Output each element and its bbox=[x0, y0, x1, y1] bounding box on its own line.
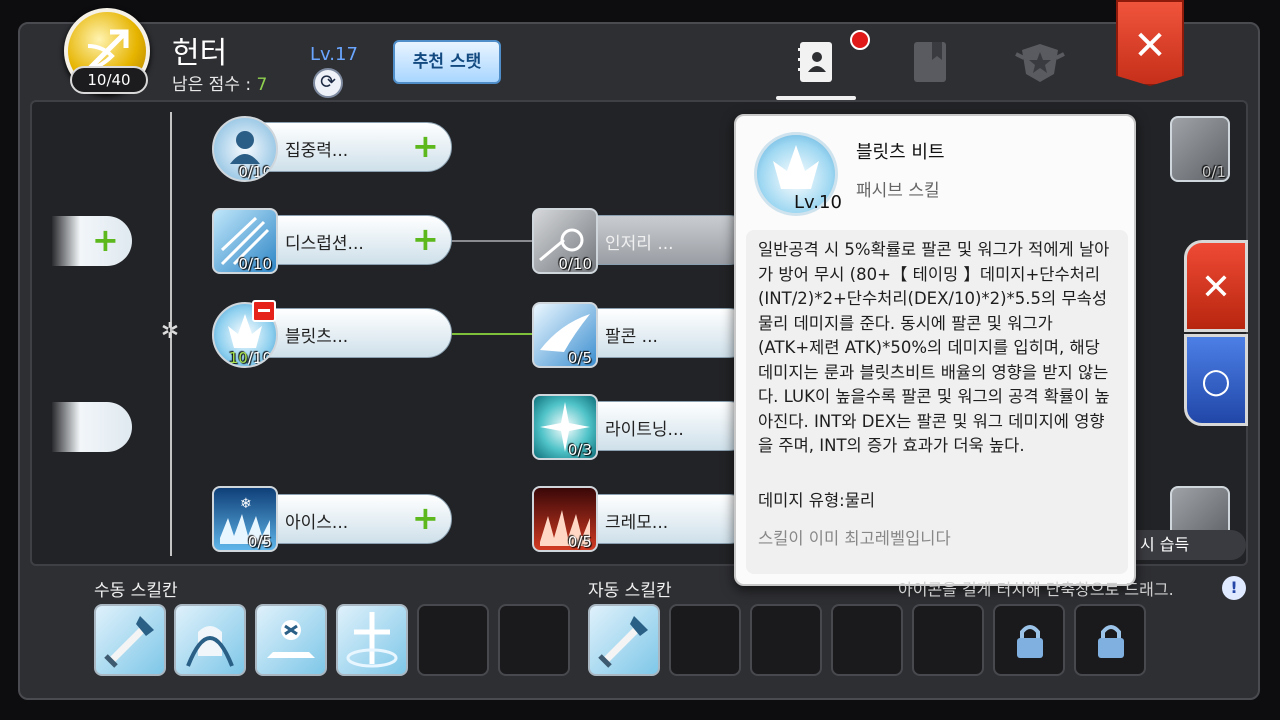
bookmark-book-icon[interactable] bbox=[910, 40, 950, 84]
manual-slot-4[interactable] bbox=[336, 604, 408, 676]
auto-slot-4[interactable] bbox=[831, 604, 903, 676]
injury-burst-icon[interactable]: 0/10 bbox=[532, 208, 598, 274]
remaining-points: 남은 점수 : 7 bbox=[172, 70, 267, 95]
skill-level-max: /10 bbox=[247, 349, 272, 367]
locked-skill-icon[interactable]: 0/1 bbox=[1170, 116, 1230, 182]
skill-points-badge: 10/40 bbox=[70, 66, 148, 94]
skill-level: 0/1 bbox=[1201, 163, 1226, 181]
skill-name: 라이트닝... bbox=[605, 420, 684, 440]
manual-slot-1[interactable] bbox=[94, 604, 166, 676]
lock-icon bbox=[1098, 625, 1124, 658]
acquire-label: 시 습득 bbox=[1130, 530, 1246, 560]
auto-slot-2[interactable] bbox=[669, 604, 741, 676]
ice-trap-icon[interactable]: ❄ 0/5 bbox=[212, 486, 278, 552]
add-skill-ice-icon[interactable]: + bbox=[412, 502, 439, 534]
skill-level: 0/5 bbox=[567, 533, 592, 551]
heal-figure-icon bbox=[267, 620, 315, 658]
skill-level: 0/10 bbox=[558, 255, 592, 273]
star-emblem-icon[interactable] bbox=[1014, 40, 1066, 84]
tooltip-level: Lv.10 bbox=[794, 192, 842, 213]
tooltip-description: 일반공격 시 5%확률로 팔콘 및 워그가 적에게 날아가 방어 무시 (80+… bbox=[758, 240, 1110, 455]
auto-slot-3[interactable] bbox=[750, 604, 822, 676]
skill-name: 팔콘 ... bbox=[605, 327, 658, 347]
plus-icon[interactable]: + bbox=[92, 224, 119, 256]
drag-hint-text: 아이콘을 길게 터치해 단축창으로 드래그. bbox=[898, 580, 1174, 599]
class-level: Lv.17 bbox=[310, 44, 358, 65]
fist-guard-icon bbox=[186, 626, 234, 667]
skill-tooltip: Lv.10 블릿츠 비트 패시브 스킬 일반공격 시 5%확률로 팔콘 및 워그… bbox=[734, 114, 1136, 586]
contact-book-icon[interactable] bbox=[796, 40, 836, 84]
confirm-button[interactable]: ○ bbox=[1184, 334, 1248, 426]
prev-skill-bar[interactable] bbox=[52, 402, 132, 452]
svg-text:❄: ❄ bbox=[240, 496, 252, 512]
axis-diamond-icon: ✲ bbox=[160, 319, 180, 344]
info-icon[interactable]: ! bbox=[1222, 576, 1246, 600]
manual-slot-3[interactable] bbox=[255, 604, 327, 676]
cancel-button[interactable]: ✕ bbox=[1184, 240, 1248, 332]
auto-slot-6-locked[interactable] bbox=[993, 604, 1065, 676]
manual-slot-6[interactable] bbox=[498, 604, 570, 676]
tooltip-skill-name: 블릿츠 비트 bbox=[856, 142, 945, 163]
tooltip-skill-type: 패시브 스킬 bbox=[856, 181, 940, 201]
skill-name: 크레모... bbox=[605, 513, 669, 533]
skill-level: 10/10 bbox=[228, 349, 272, 367]
auto-slot-label: 자동 스킬칸 bbox=[588, 581, 672, 601]
manual-slot-5[interactable] bbox=[417, 604, 489, 676]
bash-sword-icon bbox=[104, 616, 154, 668]
auto-slot-1[interactable] bbox=[588, 604, 660, 676]
remaining-value: 7 bbox=[256, 75, 268, 95]
close-window-button[interactable]: ✕ bbox=[1116, 0, 1184, 86]
add-skill-disruption-icon[interactable]: + bbox=[412, 223, 439, 255]
arrow-burst-icon[interactable]: 0/10 bbox=[212, 208, 278, 274]
tooltip-damage-type: 데미지 유형:물리 bbox=[758, 490, 876, 510]
refresh-icon[interactable]: ⟳ bbox=[313, 68, 343, 98]
tooltip-description-box[interactable]: 일반공격 시 5%확률로 팔콘 및 워그가 적에게 날아가 방어 무시 (80+… bbox=[746, 230, 1128, 574]
skill-name: 집중력... bbox=[285, 141, 349, 161]
falcon-icon[interactable]: 0/5 bbox=[532, 302, 598, 368]
class-title: 헌터 bbox=[172, 36, 228, 71]
skill-level: 0/5 bbox=[247, 533, 272, 551]
lock-icon bbox=[1017, 625, 1043, 658]
skill-level: 0/10 bbox=[238, 163, 272, 181]
manual-slot-label: 수동 스킬칸 bbox=[94, 581, 178, 601]
skill-name: 아이스... bbox=[285, 513, 349, 533]
bash-sword-icon bbox=[598, 616, 648, 668]
skill-name: 인저리 ... bbox=[605, 234, 674, 254]
lightning-star-icon[interactable]: 0/3 bbox=[532, 394, 598, 460]
remove-level-icon[interactable] bbox=[252, 300, 276, 322]
skill-level-current: 10 bbox=[228, 349, 248, 367]
skill-level: 0/10 bbox=[238, 255, 272, 273]
add-skill-focus-icon[interactable]: + bbox=[412, 130, 439, 162]
manual-slot-2[interactable] bbox=[174, 604, 246, 676]
holy-cross-icon bbox=[346, 612, 398, 668]
tree-link-grey bbox=[450, 240, 534, 242]
auto-slot-5[interactable] bbox=[912, 604, 984, 676]
skill-name: 디스럽션... bbox=[285, 234, 364, 254]
tree-link-green bbox=[450, 333, 534, 335]
notification-dot bbox=[850, 30, 870, 50]
remaining-label: 남은 점수 : bbox=[172, 75, 257, 95]
close-icon: ✕ bbox=[1133, 23, 1167, 69]
tooltip-max-level-note: 스킬이 이미 최고레벨입니다 bbox=[758, 529, 951, 548]
auto-slot-7-locked[interactable] bbox=[1074, 604, 1146, 676]
skill-level: 0/5 bbox=[567, 349, 592, 367]
skill-level: 0/3 bbox=[567, 441, 592, 459]
cremo-fire-icon[interactable]: 0/5 bbox=[532, 486, 598, 552]
recommend-stat-button[interactable]: 추천 스탯 bbox=[393, 40, 501, 84]
focus-monk-icon[interactable]: 0/10 bbox=[212, 116, 278, 182]
skill-name: 블릿츠... bbox=[285, 327, 349, 347]
